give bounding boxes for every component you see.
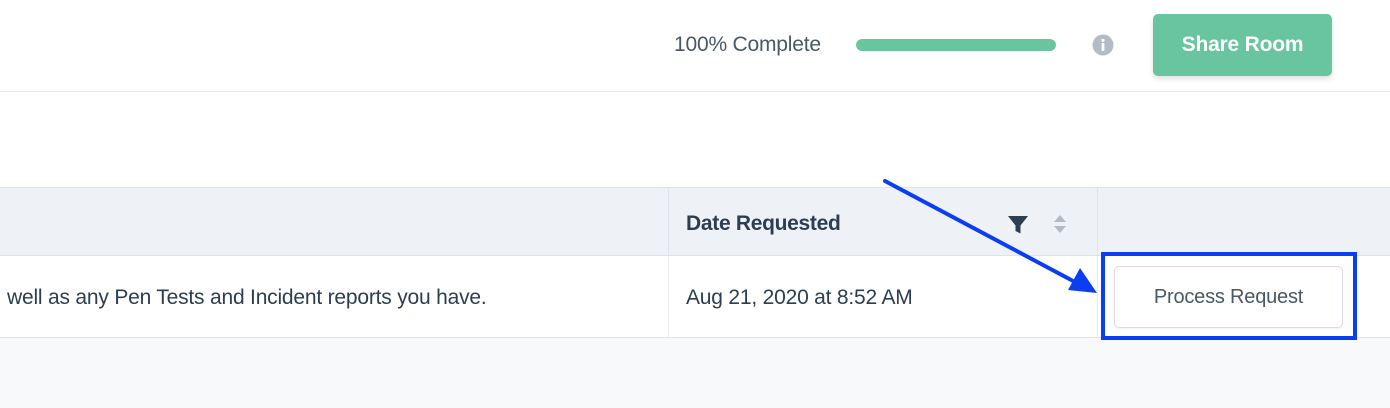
page: 100% Complete Share Room Date Requested …: [0, 0, 1390, 408]
annotation-arrow: [883, 179, 1097, 293]
